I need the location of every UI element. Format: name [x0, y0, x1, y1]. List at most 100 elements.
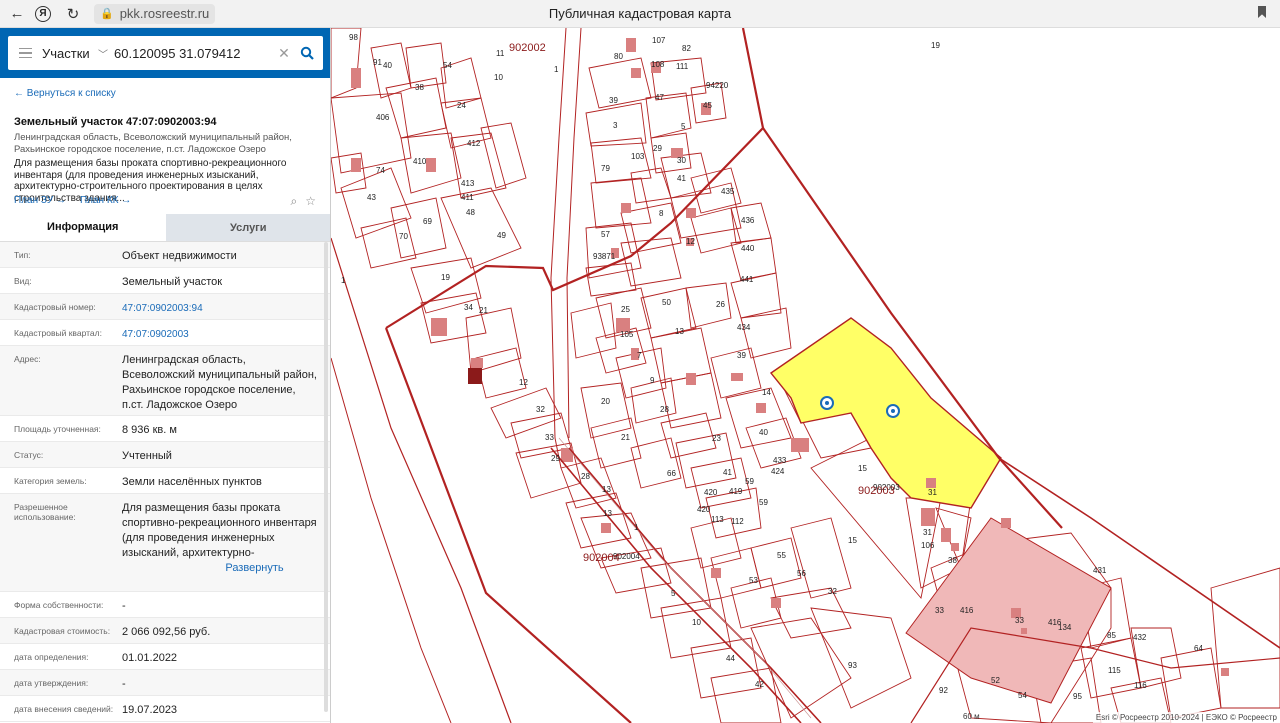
reload-icon[interactable]: ↻ — [60, 0, 86, 28]
parcel-label: 115 — [1108, 666, 1121, 675]
parcel-label: 57 — [601, 230, 610, 239]
clear-icon[interactable]: ✕ — [274, 45, 294, 62]
parcel-boundary[interactable] — [730, 272, 782, 319]
attribute-key: Кадастровая стоимость: — [14, 626, 111, 636]
parcel-boundary[interactable] — [1210, 567, 1280, 709]
parcel-label: 33 — [1015, 616, 1024, 625]
parcel-boundary[interactable] — [645, 92, 692, 139]
building-footprint — [791, 438, 809, 452]
parcel-boundary[interactable] — [570, 302, 617, 359]
plan-zu-link[interactable]: План ЗУ → — [14, 195, 66, 206]
chevron-down-icon[interactable]: ﹀ — [98, 46, 114, 61]
parcel-label: 98 — [349, 33, 358, 42]
attribute-row: Тип: Объект недвижимости — [0, 242, 330, 268]
parcel-boundary[interactable] — [1160, 647, 1222, 719]
parcel-label: 419 — [729, 487, 743, 496]
back-arrow-icon[interactable]: ← — [4, 0, 30, 28]
parcel-label: 44 — [726, 654, 735, 663]
parcel-label: 34 — [464, 303, 473, 312]
map-attribution: Esri © Росреестр 2010-2024 | ЕЭКО © Роср… — [1092, 712, 1280, 723]
expand-link[interactable]: Развернуть — [122, 562, 317, 578]
building-footprint — [1001, 518, 1011, 528]
parcel-label: 92 — [939, 686, 948, 695]
building-footprint — [731, 373, 743, 381]
parcel-boundary[interactable] — [440, 187, 522, 269]
parcel-boundary[interactable] — [810, 607, 912, 709]
parcel-label: 134 — [1058, 623, 1072, 632]
parcel-boundary[interactable] — [331, 92, 412, 174]
panel-scrollbar[interactable] — [324, 242, 328, 712]
attribute-value: Учтенный — [122, 450, 172, 462]
parcel-boundary[interactable] — [440, 97, 492, 149]
yandex-icon[interactable]: Я — [30, 0, 56, 28]
attribute-key: Тип: — [14, 250, 31, 260]
parcel-boundary[interactable] — [725, 387, 792, 449]
parcel-boundary[interactable] — [630, 437, 682, 489]
parcel-label: 19 — [441, 273, 450, 282]
parcel-label: 59 — [745, 477, 754, 486]
parcel-label: 411 — [461, 193, 474, 202]
building-footprint — [426, 158, 436, 172]
parcel-boundary[interactable] — [475, 347, 527, 399]
attribute-row: Кадастровый номер: 47:07:0902003:94 — [0, 294, 330, 320]
attribute-table: Тип: Объект недвижимости Вид: Земельный уча… — [0, 242, 330, 722]
search-icon — [300, 46, 314, 60]
parcel-label: 66 — [667, 469, 676, 478]
parcel-boundary[interactable] — [390, 197, 447, 259]
parcel-boundary[interactable] — [690, 457, 752, 509]
parcel-boundary[interactable] — [490, 387, 562, 439]
address-bar[interactable]: 🔒 pkk.rosreestr.ru — [94, 3, 216, 24]
star-icon[interactable]: ☆ — [305, 194, 316, 209]
parcel-boundary[interactable] — [360, 217, 417, 269]
parcel-boundary[interactable] — [590, 417, 642, 469]
search-button[interactable] — [294, 40, 320, 66]
attribute-row: Площадь уточненная: 8 936 кв. м — [0, 416, 330, 442]
tab-services[interactable]: Услуги — [165, 214, 330, 241]
search-doc-icon[interactable]: ⌕ — [291, 194, 298, 209]
search-type-select[interactable]: Участки — [42, 46, 98, 61]
back-to-list-link[interactable]: ← Вернуться к списку — [14, 88, 116, 99]
parcel-boundary[interactable] — [340, 167, 412, 239]
attribute-value: Земельный участок — [122, 276, 223, 288]
parcel-boundary[interactable] — [560, 457, 617, 509]
tab-info[interactable]: Информация — [0, 214, 166, 241]
parcel-boundary[interactable] — [750, 617, 852, 719]
attribute-value[interactable]: 47:07:0902003:94 — [122, 294, 317, 319]
menu-icon[interactable] — [8, 36, 42, 70]
parcel-label: 31 — [928, 488, 937, 497]
parcel-label: 12 — [519, 378, 528, 387]
cadastral-map[interactable]: 98 91 40 1 11 10 54 38 24 406 412 410 411 413 74 43 48 69… — [331, 28, 1280, 723]
object-title: Земельный участок 47:07:0902003:94 — [14, 116, 217, 128]
parcel-boundary[interactable] — [740, 307, 792, 359]
panel-actions: ⌕ ☆ — [291, 194, 317, 209]
attribute-value: - — [122, 600, 126, 612]
parcel-label: 20 — [601, 397, 610, 406]
plan-kk-link[interactable]: План КК → — [80, 195, 131, 206]
parcel-label: 52 — [991, 676, 1000, 685]
parcel-boundary[interactable] — [710, 667, 782, 723]
parcel-boundary[interactable] — [770, 587, 852, 639]
parcel-label: 49 — [497, 231, 506, 240]
parcel-label: 412 — [467, 139, 481, 148]
attribute-row: Адрес: Ленинградская область, Всеволожски… — [0, 346, 330, 416]
parcel-boundary[interactable] — [580, 382, 632, 439]
parcel-boundary[interactable] — [690, 207, 742, 254]
parcel-label: 54 — [443, 61, 452, 70]
parcel-boundary[interactable] — [405, 42, 447, 89]
search-input[interactable] — [114, 45, 274, 61]
parcel-boundary[interactable] — [370, 42, 412, 99]
parcel-label: 47 — [655, 93, 664, 102]
parcel-boundary[interactable] — [565, 492, 632, 549]
parcel-boundary[interactable] — [750, 537, 802, 589]
parcel-label: 32 — [828, 587, 837, 596]
parcel-boundary[interactable] — [790, 517, 852, 599]
parcel-boundary[interactable] — [588, 57, 652, 109]
parcel-boundary[interactable] — [660, 597, 732, 659]
road-edge — [331, 357, 452, 723]
parcel-label: 8 — [659, 209, 664, 218]
parcel-label: 53 — [749, 576, 758, 585]
attribute-value[interactable]: 47:07:0902003 — [122, 320, 317, 345]
map-canvas[interactable]: 9891 40 1111054382440641241041141374434869… — [331, 28, 1280, 723]
bookmark-icon[interactable] — [1258, 6, 1266, 18]
parcel-label: 32 — [536, 405, 545, 414]
